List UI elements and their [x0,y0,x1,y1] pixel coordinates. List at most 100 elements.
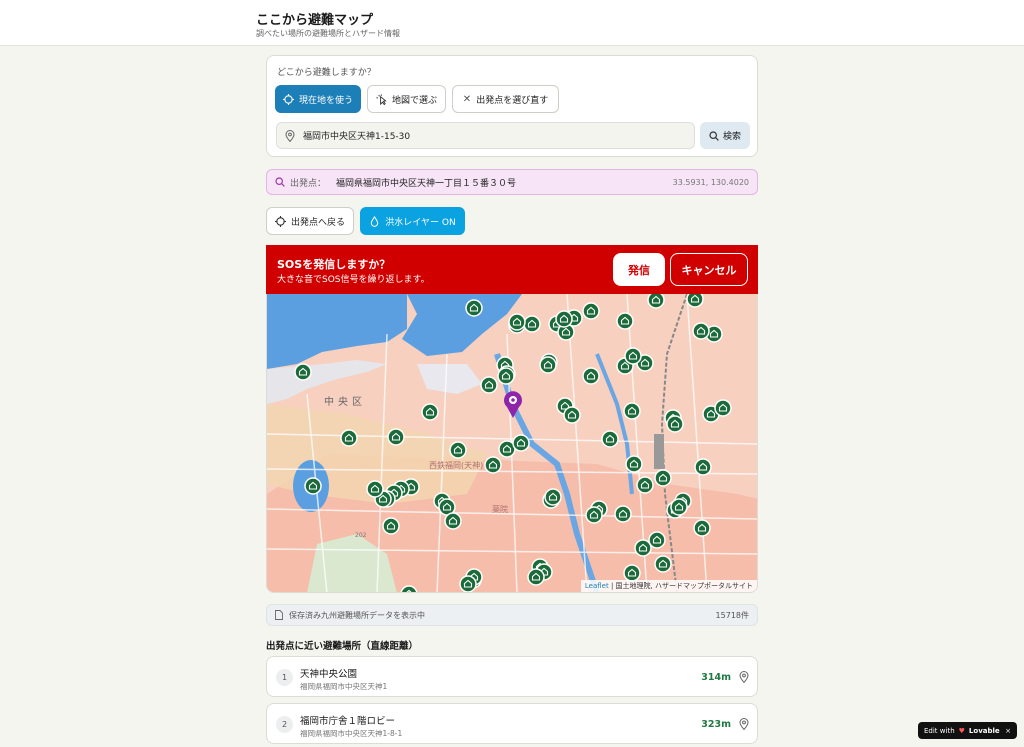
back-to-origin-button[interactable]: 出発点へ戻る [266,207,354,235]
search-icon [709,130,719,141]
shelter-marker-icon[interactable] [670,498,688,516]
shelter-marker-icon[interactable] [582,302,600,320]
sos-send-button[interactable]: 発信 [613,253,665,286]
shelter-marker-icon[interactable] [527,568,545,586]
lovable-badge[interactable]: Edit with ♥ Lovable × [918,722,1017,739]
shelter-marker-icon[interactable] [625,455,643,473]
shelter-marker-icon[interactable] [539,356,557,374]
locate-icon [282,93,294,105]
shelter-marker-icon[interactable] [555,310,573,328]
list-item[interactable]: 1 天神中央公園 福岡県福岡市中央区天神1 314m [266,656,758,697]
shelter-marker-icon[interactable] [512,434,530,452]
shelter-distance: 323m [701,719,731,730]
close-icon[interactable]: × [1005,727,1011,735]
shelter-count: 15718件 [715,610,749,620]
choose-on-map-label: 地図で選ぶ [391,95,437,106]
shelter-marker-icon[interactable] [582,367,600,385]
shelter-name: 天神中央公園 [300,669,358,680]
start-point-card: どこから避難しますか？ 現在地を使う 地図で選ぶ ✕ 出発点を選び直す 福岡市中… [266,55,758,157]
origin-bar: 出発点： 福岡県福岡市中央区天神一丁目１５番３０号 33.5931, 130.4… [266,169,758,195]
shelter-marker-icon[interactable] [654,555,672,573]
map-label-station: 西鉄福岡(天神) [429,460,483,470]
shelter-marker-icon[interactable] [686,294,704,308]
start-question: どこから避難しますか？ [277,68,376,78]
shelter-marker-icon[interactable] [648,531,666,549]
shelter-marker-icon[interactable] [523,315,541,333]
shelter-marker-icon[interactable] [614,505,632,523]
shelter-marker-icon[interactable] [666,415,684,433]
shelter-marker-icon[interactable] [601,430,619,448]
leaflet-link[interactable]: Leaflet [585,582,609,590]
hazard-map[interactable]: 中央区 西鉄福岡(天神) 薬院 202 Leaflet | 国土地理院, ハザー… [266,294,758,593]
nearby-shelters-heading: 出発点に近い避難場所（直線距離） [266,641,419,652]
flood-layer-toggle[interactable]: 洪水レイヤー ON [360,207,465,235]
shelter-marker-icon[interactable] [340,429,358,447]
shelter-marker-icon[interactable] [647,294,665,309]
shelter-marker-icon[interactable] [624,347,642,365]
attribution-text: | 国土地理院, ハザードマップポータルサイト [610,582,753,590]
sos-subtitle: 大きな音でSOS信号を繰り返します。 [277,275,430,285]
shelter-marker-icon[interactable] [421,403,439,421]
shelter-address: 福岡県福岡市中央区天神1-8-1 [300,729,403,738]
map-canvas[interactable]: 中央区 西鉄福岡(天神) 薬院 202 [267,294,758,593]
map-pin-icon[interactable] [739,671,749,683]
shelter-distance: 314m [701,672,731,683]
app-title: ここから避難マップ [256,13,374,28]
shelter-marker-icon[interactable] [563,406,581,424]
shelter-marker-icon[interactable] [484,456,502,474]
shelter-marker-icon[interactable] [714,399,732,417]
shelter-marker-icon[interactable] [544,488,562,506]
map-pin-icon [285,129,295,142]
data-source-text: 保存済み九州避難場所データを表示中 [289,610,425,620]
shelter-marker-icon[interactable] [497,367,515,385]
shelter-marker-icon[interactable] [585,506,603,524]
shelter-marker-icon[interactable] [449,441,467,459]
shelter-marker-icon[interactable] [654,469,672,487]
close-icon: ✕ [462,93,472,105]
search-icon [275,177,285,187]
water-drop-icon [371,215,379,227]
use-current-location-button[interactable]: 現在地を使う [275,85,361,113]
list-item[interactable]: 2 福岡市庁舎１階ロビー 福岡県福岡市中央区天神1-8-1 323m [266,703,758,744]
shelter-marker-icon[interactable] [387,428,405,446]
reset-start-button[interactable]: ✕ 出発点を選び直す [452,85,559,113]
address-value: 福岡市中央区天神1-15-30 [303,132,411,142]
shelter-marker-icon[interactable] [623,402,641,420]
map-attribution: Leaflet | 国土地理院, ハザードマップポータルサイト [580,580,757,592]
shelter-marker-icon[interactable] [444,512,462,530]
choose-on-map-button[interactable]: 地図で選ぶ [367,85,446,113]
origin-label: 出発点： [290,178,327,189]
shelter-marker-icon[interactable] [304,477,322,495]
reset-start-label: 出発点を選び直す [476,95,549,106]
rank-badge: 2 [276,716,293,733]
data-source-info: 保存済み九州避難場所データを表示中 15718件 [266,604,758,626]
file-icon [275,610,283,620]
shelter-address: 福岡県福岡市中央区天神1 [300,682,388,691]
shelter-marker-icon[interactable] [616,312,634,330]
address-input[interactable]: 福岡市中央区天神1-15-30 [276,122,695,149]
back-to-origin-label: 出発点へ戻る [290,217,345,228]
search-button[interactable]: 検索 [700,122,750,149]
shelter-marker-icon[interactable] [636,476,654,494]
sos-banner: SOSを発信しますか？ 大きな音でSOS信号を繰り返します。 発信 キャンセル [266,245,758,294]
map-pin-icon[interactable] [739,718,749,730]
pointer-icon [376,93,387,105]
shelter-marker-icon[interactable] [465,299,483,317]
shelter-marker-icon[interactable] [693,519,711,537]
shelter-marker-icon[interactable] [692,322,710,340]
shelter-marker-icon[interactable] [508,313,526,331]
rank-badge: 1 [276,669,293,686]
shelter-marker-icon[interactable] [694,458,712,476]
sos-cancel-button[interactable]: キャンセル [670,253,748,286]
shelter-marker-icon[interactable] [480,376,498,394]
app-header: ここから避難マップ 調べたい場所の避難場所とハザード情報 [0,0,1024,46]
shelter-marker-icon[interactable] [459,575,477,592]
origin-address: 福岡県福岡市中央区天神一丁目１５番３０号 [336,178,517,189]
shelter-marker-icon[interactable] [294,363,312,381]
map-label-road: 202 [355,532,367,539]
shelter-marker-icon[interactable] [382,517,400,535]
shelter-marker-icon[interactable] [366,480,384,498]
app-subtitle: 調べたい場所の避難場所とハザード情報 [256,29,400,38]
shelter-marker-icon[interactable] [623,564,641,582]
shelter-name: 福岡市庁舎１階ロビー [300,716,396,727]
